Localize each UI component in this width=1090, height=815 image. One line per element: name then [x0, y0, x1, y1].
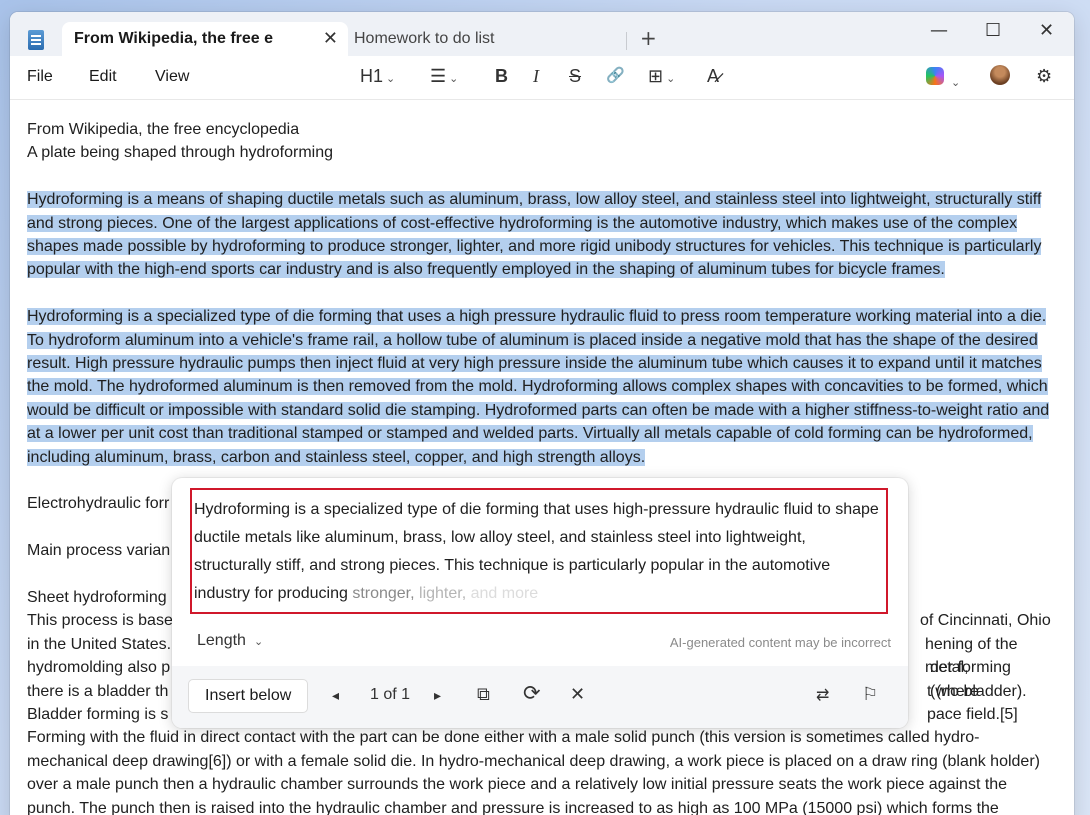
doc-line-left: there is a bladder th [27, 682, 169, 700]
dismiss-close-icon[interactable]: ✕ [570, 684, 585, 705]
doc-paragraph: Forming with the fluid in direct contact… [27, 729, 1040, 815]
doc-line-left: hydromolding also p [27, 659, 171, 677]
flag-icon[interactable]: ⚐ [862, 684, 878, 705]
tab-active-document[interactable]: From Wikipedia, the free e ✕ [62, 22, 348, 56]
suggestion-text: Hydroforming is a specialized type of di… [194, 496, 884, 608]
suggestion-fade-3: and more [470, 585, 539, 602]
copilot-icon[interactable] [926, 67, 944, 85]
menu-edit[interactable]: Edit [89, 68, 117, 86]
adjust-settings-icon[interactable]: ⇄ [816, 685, 829, 705]
doc-line-right: t (no bladder). [927, 682, 1027, 700]
avatar[interactable] [990, 65, 1010, 85]
doc-line-right: of Cincinnati, Ohio [920, 612, 1051, 630]
suggestion-highlight-box: Hydroforming is a specialized type of di… [190, 488, 888, 614]
heading-dropdown[interactable]: H1 ⌄ [360, 66, 395, 87]
doc-line-right: pace field.[5] [927, 706, 1018, 724]
notepad-app-icon [28, 30, 44, 50]
insert-below-button[interactable]: Insert below [188, 679, 309, 713]
chevron-down-icon: ⌄ [449, 73, 459, 85]
suggestion-fade-2: lighter, [419, 585, 471, 602]
table-dropdown[interactable]: ⊞ ⌄ [648, 66, 675, 87]
title-bar: From Wikipedia, the free e ✕ Homework to… [10, 12, 1074, 56]
selected-paragraph: Hydroforming is a specialized type of di… [27, 308, 1050, 466]
suggestion-fade-1: stronger, [352, 585, 420, 602]
copy-icon[interactable]: ⧉ [477, 684, 490, 705]
tab-close-icon[interactable]: ✕ [323, 28, 338, 49]
table-icon: ⊞ [648, 66, 664, 86]
italic-button[interactable]: I [533, 66, 539, 87]
rewrite-suggestion-popup: Hydroforming is a specialized type of di… [172, 478, 908, 728]
regenerate-icon[interactable]: ⟳ [523, 681, 541, 706]
strikethrough-button[interactable]: S [569, 66, 581, 87]
list-dropdown[interactable]: ☰ ⌄ [430, 66, 458, 87]
new-tab-button[interactable]: + [640, 26, 657, 50]
link-icon[interactable]: 🔗 [606, 66, 625, 84]
list-icon: ☰ [430, 66, 447, 86]
doc-line: A plate being shaped through hydroformin… [27, 144, 333, 162]
doc-line-left: This process is basec [27, 612, 181, 630]
tab-title: From Wikipedia, the free e [74, 30, 274, 47]
copilot-chevron-down-icon[interactable]: ⌄ [948, 70, 960, 91]
menu-bar: File Edit View H1 ⌄ ☰ ⌄ B I S 🔗 ⊞ ⌄ A̷ ⌄ ⚙ [10, 56, 1074, 100]
tab-homework[interactable]: Homework to do list [354, 30, 495, 48]
maximize-button[interactable]: ☐ [985, 20, 1001, 41]
popup-action-bar: Insert below ◂ 1 of 1 ▸ ⧉ ⟳ ✕ ⇄ ⚐ [172, 666, 908, 728]
selected-paragraph: Hydroforming is a means of shaping ducti… [27, 191, 1042, 279]
heading-label: H1 [360, 66, 384, 86]
spellcheck-icon[interactable]: A̷ [707, 66, 719, 87]
bold-button[interactable]: B [495, 66, 508, 87]
previous-icon[interactable]: ◂ [332, 687, 339, 704]
doc-line: From Wikipedia, the free encyclopedia [27, 121, 300, 138]
doc-line-left: Bladder forming is s [27, 706, 169, 724]
length-label: Length [197, 632, 246, 649]
ai-disclaimer: AI-generated content may be incorrect [669, 635, 891, 650]
chevron-down-icon: ⌄ [253, 636, 264, 648]
suggestion-pager: 1 of 1 [370, 686, 411, 703]
chevron-down-icon: ⌄ [386, 73, 396, 85]
chevron-down-icon: ⌄ [666, 73, 676, 85]
tab-divider [626, 32, 627, 50]
menu-view[interactable]: View [155, 68, 189, 86]
next-icon[interactable]: ▸ [434, 687, 441, 704]
length-dropdown[interactable]: Length ⌄ [197, 632, 263, 650]
settings-gear-icon[interactable]: ⚙ [1036, 66, 1052, 87]
doc-line-left: in the United States. [27, 635, 172, 653]
minimize-button[interactable]: — [930, 20, 948, 41]
menu-file[interactable]: File [27, 68, 53, 86]
close-window-button[interactable]: ✕ [1039, 20, 1054, 41]
